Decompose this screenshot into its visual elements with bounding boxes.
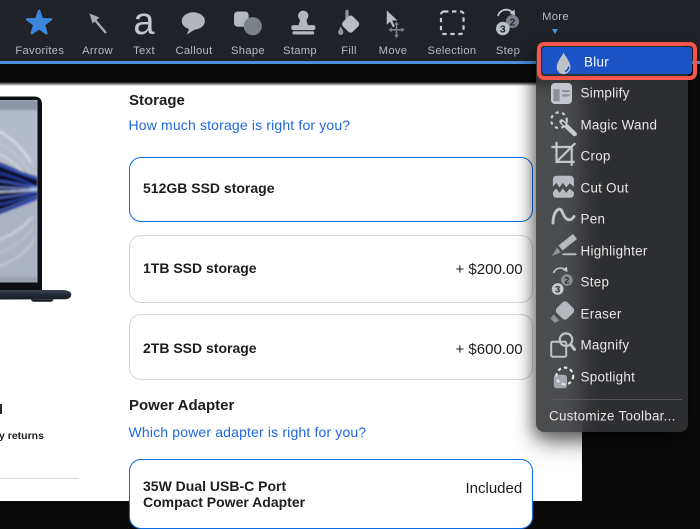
- svg-text:3: 3: [500, 23, 506, 35]
- svg-text:a: a: [133, 1, 155, 43]
- svg-text:2: 2: [564, 275, 569, 285]
- svg-text:3: 3: [555, 285, 560, 296]
- svg-text:2: 2: [510, 17, 516, 28]
